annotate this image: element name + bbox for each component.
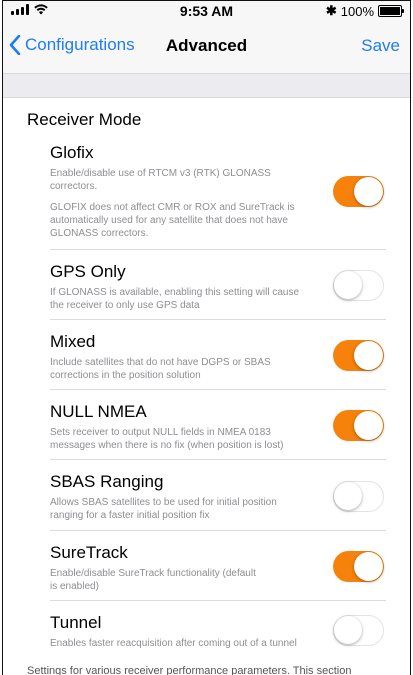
tunnel-toggle[interactable] <box>333 615 384 646</box>
section-spacer <box>3 73 410 98</box>
glofix-toggle[interactable] <box>333 176 384 207</box>
section-footer: Settings for various receiver performanc… <box>27 665 352 675</box>
setting-row-tunnel: Tunnel Enables faster reacquisition afte… <box>50 601 386 657</box>
setting-title: Glofix <box>50 143 94 162</box>
bluetooth-icon: ✱ <box>325 3 337 18</box>
settings-list: Glofix Enable/disable use of RTCM v3 (RT… <box>50 143 386 657</box>
sbas-ranging-toggle[interactable] <box>333 481 384 512</box>
mixed-toggle[interactable] <box>333 340 384 371</box>
status-bar: 9:53 AM ✱ 100% <box>3 1 410 21</box>
back-button[interactable]: Configurations <box>9 35 135 55</box>
setting-description: Enable/disable use of RTCM v3 (RTK) GLON… <box>50 168 295 239</box>
battery-icon <box>378 5 404 17</box>
setting-description: Sets receiver to output NULL fields in N… <box>50 427 284 451</box>
phone-screen: 9:53 AM ✱ 100% Configurations Advanced S… <box>2 0 411 675</box>
setting-description: Allows SBAS satellites to be used for in… <box>50 497 277 521</box>
battery-percent: 100% <box>340 3 374 19</box>
setting-row-sbas-ranging: SBAS Ranging Allows SBAS satellites to b… <box>50 460 386 531</box>
gps-only-toggle[interactable] <box>333 270 384 301</box>
chevron-left-icon <box>9 35 21 55</box>
save-button[interactable]: Save <box>361 36 400 56</box>
suretrack-toggle[interactable] <box>333 551 384 582</box>
null-nmea-toggle[interactable] <box>333 410 384 441</box>
setting-row-suretrack: SureTrack Enable/disable SureTrack funct… <box>50 531 386 601</box>
setting-row-null-nmea: NULL NMEA Sets receiver to output NULL f… <box>50 390 386 460</box>
setting-row-gps-only: GPS Only If GLONASS is available, enabli… <box>50 250 386 320</box>
status-right: ✱ 100% <box>325 3 404 19</box>
setting-description: Enable/disable SureTrack functionality (… <box>50 568 256 592</box>
setting-row-glofix: Glofix Enable/disable use of RTCM v3 (RT… <box>50 143 386 250</box>
navigation-bar: Configurations Advanced Save <box>3 21 410 73</box>
section-header: Receiver Mode <box>27 110 142 129</box>
back-button-label: Configurations <box>25 35 135 54</box>
setting-description: Enables faster reacquisition after comin… <box>50 638 297 649</box>
setting-row-mixed: Mixed Include satellites that do not hav… <box>50 320 386 390</box>
setting-description: Include satellites that do not have DGPS… <box>50 357 271 381</box>
setting-description: If GLONASS is available, enabling this s… <box>50 287 300 311</box>
